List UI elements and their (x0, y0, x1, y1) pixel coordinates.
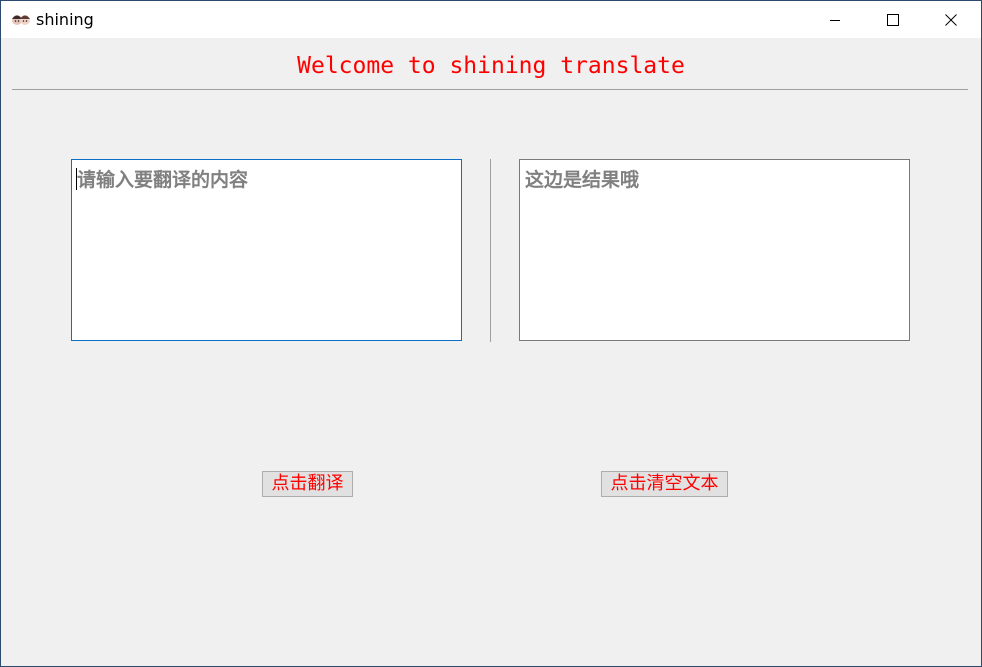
close-button[interactable] (922, 1, 980, 38)
app-window: shining Welcome to shining translate 请输入… (0, 0, 982, 667)
maximize-button[interactable] (864, 1, 922, 38)
main-content: Welcome to shining translate 请输入要翻译的内容 这… (1, 38, 981, 666)
title-bar[interactable]: shining (1, 1, 981, 38)
result-text-output[interactable]: 这边是结果哦 (519, 159, 910, 341)
minimize-icon (830, 19, 840, 21)
window-title: shining (36, 10, 94, 29)
translate-button[interactable]: 点击翻译 (262, 471, 353, 497)
source-text-input[interactable]: 请输入要翻译的内容 (71, 159, 462, 341)
vertical-separator (490, 159, 491, 342)
result-placeholder: 这边是结果哦 (525, 169, 640, 191)
close-icon (945, 13, 957, 26)
minimize-button[interactable] (806, 1, 864, 38)
source-placeholder: 请输入要翻译的内容 (77, 169, 249, 191)
app-avatar-icon (12, 15, 30, 25)
clear-text-button[interactable]: 点击清空文本 (601, 471, 728, 497)
header-divider (12, 89, 968, 90)
maximize-icon (887, 13, 899, 26)
welcome-banner: Welcome to shining translate (297, 53, 685, 79)
